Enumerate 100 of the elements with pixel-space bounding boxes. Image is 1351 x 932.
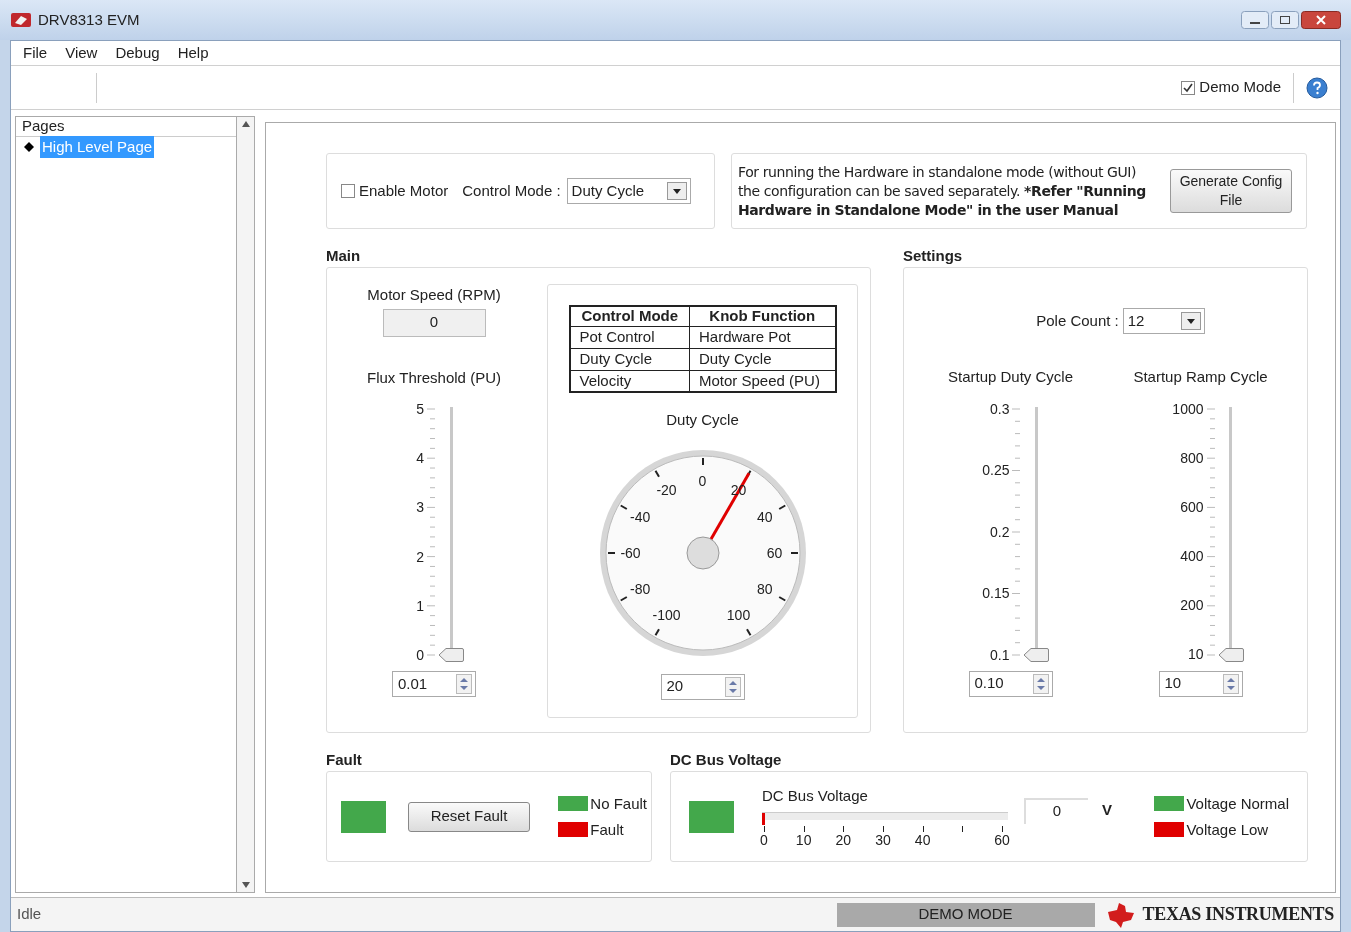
gauge-label: Duty Cycle (666, 410, 739, 430)
legend-label: Voltage Normal (1186, 794, 1289, 813)
checkbox[interactable] (1181, 80, 1196, 95)
tick-label: 2 (416, 548, 424, 565)
mode-indicator: DEMO MODE (836, 902, 1095, 927)
spinner-icon (456, 674, 472, 694)
tick-label: 200 (1180, 597, 1204, 614)
spinner-icon (724, 676, 741, 697)
legend-label: Voltage Low (1186, 820, 1269, 839)
tick-label: 40 (914, 831, 931, 848)
tick-label: 0 (416, 646, 424, 663)
tick-mark (922, 825, 924, 832)
slider-thumb[interactable] (1023, 647, 1050, 662)
section-title: DC Bus Voltage (670, 750, 783, 770)
tick-label: 4 (416, 450, 424, 467)
dropdown[interactable]: 12 (1122, 308, 1205, 334)
tick-label: 80 (757, 580, 773, 597)
spinner-icon (1032, 673, 1049, 694)
menu-item[interactable]: File (23, 41, 48, 65)
number-field[interactable]: 20 (660, 673, 745, 700)
table-cell: Pot Control (569, 326, 690, 348)
menu-item[interactable]: View (65, 41, 98, 65)
slider-thumb[interactable] (1217, 647, 1244, 662)
legend-label: Fault (590, 820, 624, 839)
readout-field: 0 (382, 308, 486, 337)
tick-label: 1000 (1172, 400, 1204, 417)
tick-label: 10 (795, 831, 812, 848)
tick-label: 0.25 (982, 462, 1010, 478)
legend-label: No Fault (590, 794, 647, 813)
tick-label: -60 (620, 544, 641, 561)
tick-label: -80 (630, 580, 651, 597)
section-title: Main (326, 246, 362, 266)
menu-item[interactable]: Debug (115, 41, 160, 65)
maximize-icon (1271, 11, 1299, 29)
tick-mark (803, 825, 805, 832)
gauge-hub (686, 536, 719, 569)
reset-fault-button[interactable]: Reset Fault (408, 801, 530, 832)
tick-label: 0.2 (990, 523, 1010, 540)
section-title: Fault (326, 750, 363, 770)
tick-label: 30 (875, 831, 891, 848)
tick-label: 400 (1180, 548, 1204, 565)
table-cell: Duty Cycle (569, 348, 690, 370)
tick-mark (1002, 825, 1003, 832)
checkbox-label: Enable Motor (359, 180, 449, 201)
diamond-icon (24, 142, 34, 152)
tick-label: 3 (416, 499, 424, 516)
tick-label: 60 (766, 544, 783, 561)
tick-label: 600 (1180, 498, 1204, 515)
info-text: For running the Hardware in standalone mode (without GUI) the configuration can be saved separately. *Refer "Running Hardware in Standalone Mode" in the user Manual (738, 162, 1147, 220)
tick-label: 60 (994, 831, 1010, 848)
meter-label: DC Bus Voltage (762, 786, 869, 807)
number-field[interactable]: 10 (1158, 670, 1243, 697)
scroll-bar[interactable] (237, 116, 255, 893)
readout-field: 0 (1024, 797, 1088, 824)
tick-label: -100 (652, 606, 681, 623)
tick-label: 0.1 (990, 646, 1010, 663)
tick-label: 5 (416, 401, 424, 417)
unit-label: V (1102, 800, 1112, 821)
tick-mark (843, 825, 845, 832)
tick-label: 800 (1180, 449, 1204, 466)
tick-label: -40 (630, 508, 651, 525)
dropdown[interactable]: Duty Cycle (566, 178, 691, 204)
tick-label: 1 (416, 597, 424, 614)
section-title: Settings (903, 246, 964, 266)
number-field[interactable]: 0.01 (392, 671, 476, 697)
status-text: Idle (17, 904, 42, 925)
spinner-icon (1222, 673, 1239, 694)
checkbox[interactable] (341, 184, 355, 198)
tick-mark (962, 825, 964, 832)
slider-label: Flux Threshold (PU) (367, 367, 501, 388)
column-header: Control Mode (569, 306, 690, 326)
tick-label: 40 (757, 508, 773, 525)
slider-label: Startup Duty Cycle (947, 367, 1073, 387)
tick-label: 20 (835, 831, 852, 848)
tick-mark (883, 825, 884, 832)
window-title: DRV8313 EVM (38, 9, 140, 30)
caret-icon (666, 182, 687, 200)
tick-label: 0.3 (990, 400, 1010, 417)
sidebar-title: Pages (22, 116, 65, 137)
field-label: Control Mode : (462, 180, 561, 201)
menu-item[interactable]: Help (177, 41, 209, 65)
slider-label: Startup Ramp Cycle (1133, 367, 1268, 387)
number-field[interactable]: 0.10 (968, 670, 1053, 697)
scroll-down-icon (241, 882, 250, 888)
tick-label: 0 (698, 472, 707, 489)
caret-icon (1180, 312, 1201, 330)
tick-label: 10 (1187, 646, 1204, 663)
tick-label: -20 (656, 482, 677, 499)
checkbox-label: Demo Mode (1199, 77, 1281, 98)
generate-config-button[interactable]: Generate Config File (1170, 169, 1292, 213)
help-icon (1306, 76, 1328, 99)
app-logo-icon (10, 11, 32, 29)
slider-thumb[interactable] (438, 647, 464, 662)
tick-label: 0 (760, 831, 768, 848)
tick-label: 100 (726, 606, 751, 623)
field-label: Motor Speed (RPM) (367, 285, 501, 305)
tick-mark (764, 825, 765, 832)
scroll-up-icon (241, 121, 250, 127)
close-icon (1301, 11, 1341, 29)
tick-label: 0.15 (982, 585, 1010, 601)
